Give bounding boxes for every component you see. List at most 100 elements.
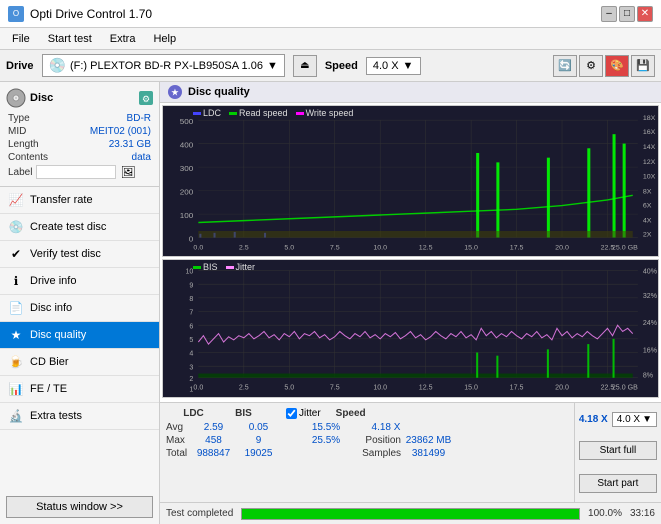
- disc-title: Disc: [30, 92, 53, 104]
- svg-text:2.5: 2.5: [239, 383, 249, 392]
- avg-ldc: 2.59: [186, 422, 241, 433]
- charts-area: LDC Read speed Write speed: [160, 103, 661, 402]
- disc-length-row: Length 23.31 GB: [6, 138, 153, 151]
- sidebar-label-drive-info: Drive info: [30, 275, 76, 287]
- sidebar-item-disc-quality[interactable]: ★ Disc quality: [0, 322, 159, 349]
- menu-file[interactable]: File: [4, 31, 38, 47]
- settings-button[interactable]: ⚙: [579, 55, 603, 77]
- jitter-color: [226, 266, 234, 269]
- sidebar-label-create-test-disc: Create test disc: [30, 221, 106, 233]
- disc-icon: [6, 88, 26, 108]
- disc-label-input[interactable]: [36, 165, 116, 179]
- color-button[interactable]: 🎨: [605, 55, 629, 77]
- sidebar-label-verify-test-disc: Verify test disc: [30, 248, 101, 260]
- sidebar-item-drive-info[interactable]: ℹ Drive info: [0, 268, 159, 295]
- svg-text:6X: 6X: [643, 203, 652, 210]
- refresh-button[interactable]: 🔄: [553, 55, 577, 77]
- chart2-svg: 10 9 8 7 6 5 4 3 2 1 40% 32% 24% 16% 8%: [163, 260, 658, 397]
- minimize-button[interactable]: –: [601, 6, 617, 22]
- svg-text:15.0: 15.0: [464, 383, 478, 392]
- legend-ldc: LDC: [193, 108, 221, 118]
- start-part-button[interactable]: Start part: [579, 474, 657, 493]
- svg-text:20.0: 20.0: [555, 245, 569, 252]
- svg-text:0: 0: [189, 235, 194, 244]
- legend-jitter: Jitter: [226, 262, 256, 272]
- chart1-legend: LDC Read speed Write speed: [193, 108, 353, 118]
- chart2-legend: BIS Jitter: [193, 262, 255, 272]
- drive-dropdown-arrow: ▼: [267, 60, 278, 72]
- total-label: Total: [166, 448, 186, 459]
- svg-text:3: 3: [189, 363, 193, 372]
- svg-text:17.5: 17.5: [510, 383, 524, 392]
- svg-text:17.5: 17.5: [510, 245, 524, 252]
- svg-text:100: 100: [180, 211, 194, 220]
- svg-text:200: 200: [180, 188, 194, 197]
- status-window-button[interactable]: Status window >>: [6, 496, 153, 518]
- disc-contents-row: Contents data: [6, 151, 153, 164]
- sidebar-label-extra-tests: Extra tests: [30, 410, 82, 422]
- menu-help[interactable]: Help: [145, 31, 184, 47]
- content-area: ★ Disc quality LDC Read speed: [160, 82, 661, 524]
- sidebar-item-cd-bier[interactable]: 🍺 CD Bier: [0, 349, 159, 376]
- sidebar-item-extra-tests[interactable]: 🔬 Extra tests: [0, 403, 159, 430]
- svg-text:0.0: 0.0: [193, 245, 203, 252]
- svg-text:8%: 8%: [643, 371, 654, 380]
- disc-mid-row: MID MEIT02 (001): [6, 125, 153, 138]
- close-button[interactable]: ✕: [637, 6, 653, 22]
- svg-text:7: 7: [189, 308, 193, 317]
- svg-text:2.5: 2.5: [239, 245, 249, 252]
- drive-dropdown[interactable]: 💿 (F:) PLEXTOR BD-R PX-LB950SA 1.06 ▼: [42, 54, 285, 77]
- current-speed-display: 4.18 X: [579, 414, 608, 425]
- drive-info-icon: ℹ: [8, 273, 24, 289]
- start-full-button[interactable]: Start full: [579, 441, 657, 460]
- create-test-disc-icon: 💿: [8, 219, 24, 235]
- verify-test-disc-icon: ✔: [8, 246, 24, 262]
- app-icon: O: [8, 6, 24, 22]
- chart1-container: LDC Read speed Write speed: [162, 105, 659, 257]
- sidebar-label-disc-info: Disc info: [30, 302, 72, 314]
- eject-button[interactable]: ⏏: [293, 55, 317, 77]
- menu-start-test[interactable]: Start test: [40, 31, 100, 47]
- svg-text:⚙: ⚙: [142, 94, 150, 104]
- disc-label-icon[interactable]: 🖼: [120, 165, 135, 179]
- svg-text:2X: 2X: [643, 232, 652, 239]
- jitter-checkbox-row: Jitter: [286, 408, 321, 419]
- svg-text:32%: 32%: [643, 291, 658, 300]
- max-bis: 9: [241, 435, 276, 446]
- sidebar-item-transfer-rate[interactable]: 📈 Transfer rate: [0, 187, 159, 214]
- disc-section: Disc ⚙ Type BD-R MID MEIT02 (001) Length…: [0, 82, 159, 187]
- disc-quality-header: ★ Disc quality: [160, 82, 661, 103]
- svg-text:9: 9: [189, 281, 193, 290]
- maximize-button[interactable]: □: [619, 6, 635, 22]
- disc-header: Disc ⚙: [6, 88, 153, 108]
- svg-text:8: 8: [189, 294, 193, 303]
- speed-select-dropdown[interactable]: 4.0 X ▼: [612, 412, 657, 427]
- sidebar-item-create-test-disc[interactable]: 💿 Create test disc: [0, 214, 159, 241]
- speed-select-value: 4.0 X: [617, 414, 640, 425]
- progress-bar: [241, 508, 580, 520]
- jitter-checkbox[interactable]: [286, 408, 297, 419]
- bottom-stats: LDC BIS Jitter Speed Avg 2.59 0.05 15.5%: [160, 402, 661, 502]
- position-value: 23862 MB: [401, 435, 456, 446]
- drive-value: (F:) PLEXTOR BD-R PX-LB950SA 1.06: [70, 60, 263, 72]
- progress-percent: 100.0%: [588, 508, 622, 519]
- speed-header: Speed: [321, 408, 381, 419]
- svg-text:12X: 12X: [643, 159, 656, 166]
- svg-text:6: 6: [189, 322, 193, 331]
- menubar: File Start test Extra Help: [0, 28, 661, 50]
- menu-extra[interactable]: Extra: [102, 31, 144, 47]
- sidebar-label-disc-quality: Disc quality: [30, 329, 86, 341]
- svg-text:300: 300: [180, 164, 194, 173]
- ldc-header: LDC: [166, 408, 221, 419]
- save-button[interactable]: 💾: [631, 55, 655, 77]
- titlebar-left: O Opti Drive Control 1.70: [8, 6, 152, 22]
- progress-area: Test completed 100.0% 33:16: [160, 502, 661, 524]
- sidebar-item-verify-test-disc[interactable]: ✔ Verify test disc: [0, 241, 159, 268]
- samples-label: Samples: [356, 448, 401, 459]
- svg-text:10.0: 10.0: [373, 245, 387, 252]
- sidebar-item-disc-info[interactable]: 📄 Disc info: [0, 295, 159, 322]
- sidebar-item-fe-te[interactable]: 📊 FE / TE: [0, 376, 159, 403]
- total-ldc: 988847: [186, 448, 241, 459]
- speed-dropdown[interactable]: 4.0 X ▼: [366, 57, 421, 75]
- drive-icons: 🔄 ⚙ 🎨 💾: [553, 55, 655, 77]
